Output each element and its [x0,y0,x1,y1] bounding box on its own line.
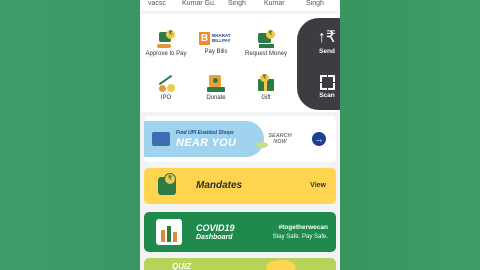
contact-name[interactable]: vacsc [148,0,178,8]
send-button[interactable]: ↑₹ Send [307,30,340,56]
send-label: Send [319,48,335,55]
donate-icon [207,74,225,92]
background-right [340,0,480,270]
action-label: Request Money [244,51,288,57]
pay-bills-button[interactable]: B BHARAT BILLPAY Pay Bills [190,30,242,56]
phone-screen: vacsc Kumar Gu... Singh Kumar Singh ₹ Ap… [140,0,340,270]
scan-label: Scan [319,92,335,99]
ipo-icon [157,74,175,92]
gift-button[interactable]: ₹ Gift [240,74,292,102]
request-money-button[interactable]: ₹ Request Money [240,30,292,58]
covid-subtitle: Dashboard [196,234,233,241]
action-label: Donate [206,95,226,101]
mandates-view-link[interactable]: View [310,182,326,189]
action-label: Approve to Pay [145,51,187,57]
action-label: Pay Bills [204,49,228,55]
recent-contacts-strip: vacsc Kumar Gu... Singh Kumar Singh [140,0,340,11]
mandates-title: Mandates [196,180,243,191]
approve-to-pay-button[interactable]: ₹ Approve to Pay [140,30,192,58]
upi-banner-headline: NEAR YOU [176,137,237,149]
scan-icon [319,75,335,90]
send-rupee-icon: ↑₹ [317,29,337,46]
bharat-billpay-icon: B BHARAT BILLPAY [199,32,231,45]
ipo-button[interactable]: IPO [140,74,192,102]
send-scan-panel: ↑₹ Send Scan [297,18,340,110]
action-label: Gift [261,95,271,101]
gift-icon: ₹ [257,74,275,92]
next-banner[interactable]: QUIZ [144,258,336,270]
covid-title: COVID19 [196,223,235,233]
upi-shops-banner[interactable]: Find UPI Enabled Shops NEAR YOU SEARCH N… [144,116,336,162]
decoration-blob [266,260,296,270]
request-money-icon: ₹ [257,30,275,48]
map-icon [152,132,170,146]
rupee-badge-icon: ₹ [164,173,176,185]
background-left [0,0,140,270]
covid-tagline: Stay Safe. Pay Safe. [272,234,328,240]
contact-name[interactable]: Kumar Gu... [182,0,216,8]
covid-hashtag: #togetherwecan [278,224,329,231]
arrow-right-icon[interactable]: → [312,132,326,146]
mandates-banner[interactable]: ₹ Mandates View [144,168,336,204]
next-banner-text: QUIZ [172,262,192,270]
covid-dashboard-banner[interactable]: COVID19 Dashboard #togetherwecan Stay Sa… [144,212,336,252]
action-label: IPO [160,95,172,101]
upi-banner-lead: Find UPI Enabled Shops [176,130,234,136]
contact-name[interactable]: Singh [228,0,254,8]
contact-name[interactable]: Singh [306,0,330,8]
scan-button[interactable]: Scan [307,74,340,100]
upi-banner-cta[interactable]: SEARCH NOW [266,133,294,145]
donate-button[interactable]: Donate [190,74,242,102]
approve-to-pay-icon: ₹ [157,30,175,48]
contact-name[interactable]: Kumar [264,0,294,8]
